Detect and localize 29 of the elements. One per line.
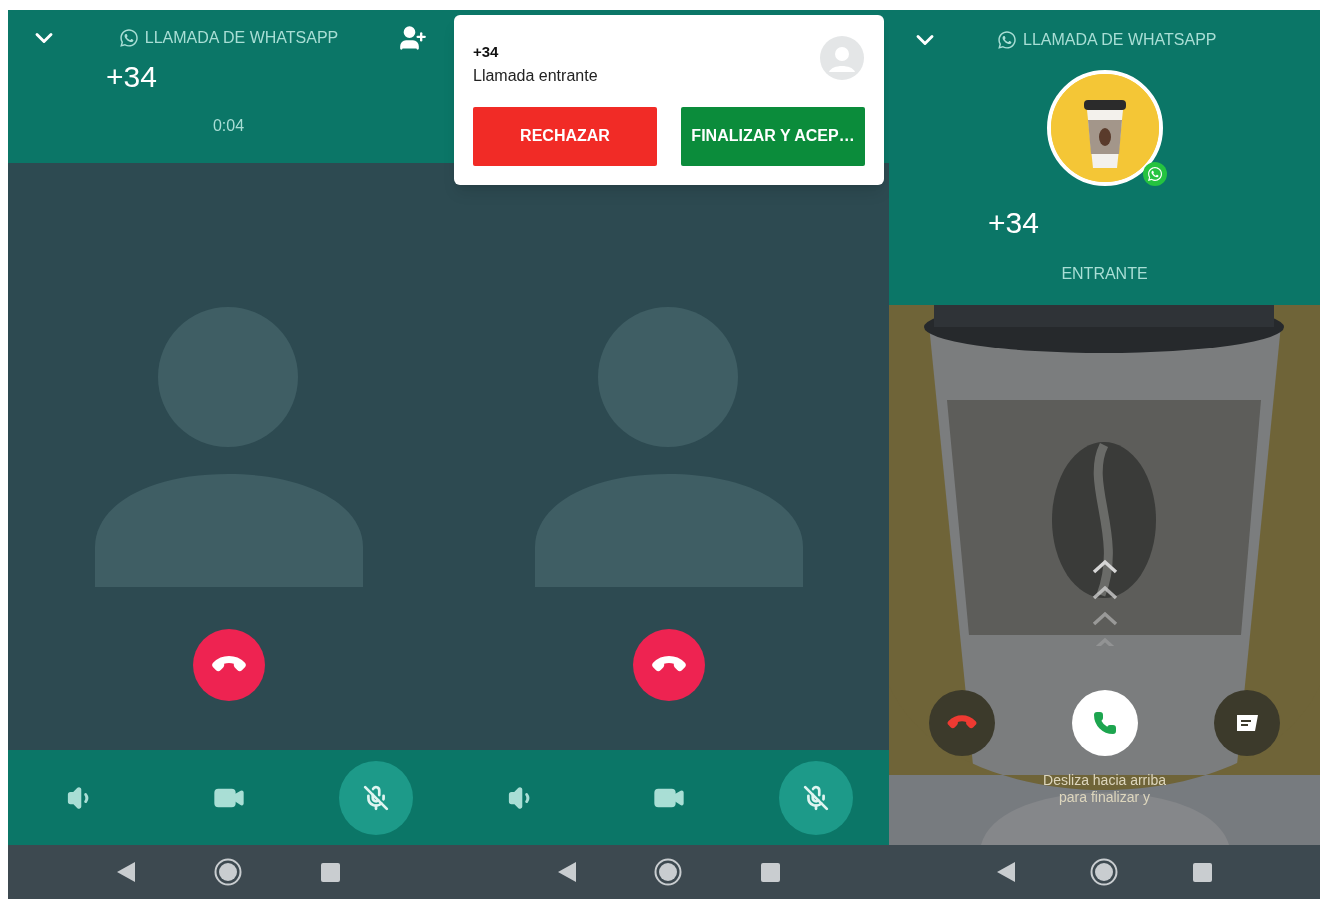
accept-button[interactable]: FINALIZAR Y ACEP… — [681, 106, 865, 166]
avatar-icon — [820, 36, 864, 80]
home-icon[interactable] — [214, 858, 242, 886]
call-duration: 0:04 — [212, 116, 245, 136]
back-icon[interactable] — [117, 862, 136, 882]
notification-text: Llamada entrante — [473, 65, 598, 86]
message-icon — [1235, 713, 1259, 733]
microphone-off-icon — [803, 784, 829, 811]
call-status: ENTRANTE — [1061, 264, 1148, 284]
add-person-icon[interactable] — [399, 24, 427, 52]
caller-number: +34 — [106, 62, 157, 92]
recents-icon[interactable] — [760, 862, 780, 882]
phone-icon — [1092, 711, 1117, 735]
back-icon[interactable] — [558, 862, 577, 882]
whatsapp-icon — [997, 30, 1017, 50]
recents-icon[interactable] — [1193, 862, 1213, 882]
recents-icon[interactable] — [320, 862, 340, 882]
microphone-off-icon — [363, 784, 389, 811]
reject-button[interactable]: RECHAZAR — [473, 106, 657, 166]
whatsapp-icon — [118, 28, 139, 48]
call-title: LLAMADA DE WHATSAPP — [144, 28, 339, 48]
swipe-hint: Desliza hacia arriba para finalizar y — [1042, 772, 1167, 806]
caller-number: +34 — [988, 208, 1039, 238]
home-icon[interactable] — [1090, 858, 1118, 886]
call-title: LLAMADA DE WHATSAPP — [1023, 30, 1217, 50]
swipe-up-icon — [1091, 558, 1118, 646]
home-icon[interactable] — [654, 858, 683, 886]
caller-number: +34 — [473, 42, 500, 62]
back-icon[interactable] — [996, 862, 1015, 882]
